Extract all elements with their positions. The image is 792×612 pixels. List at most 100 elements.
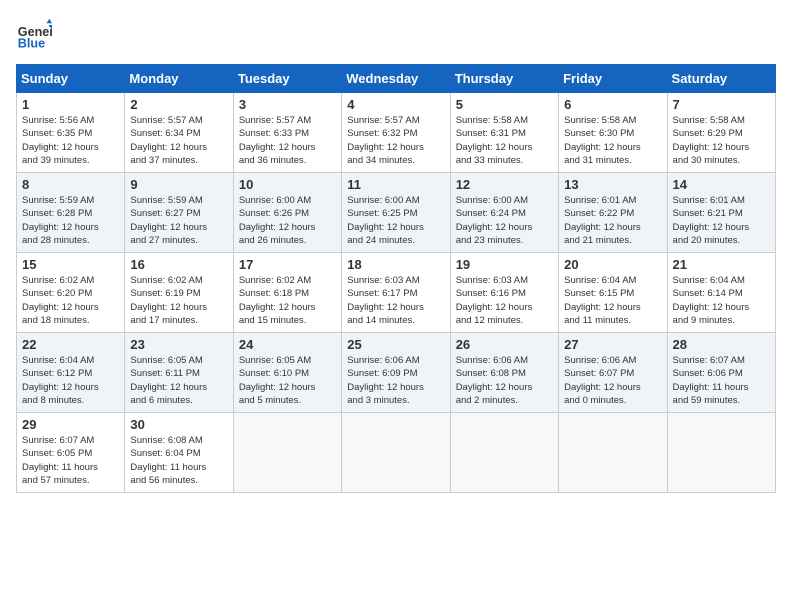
calendar-day-14: 14 Sunrise: 6:01 AMSunset: 6:21 PMDayligh… bbox=[667, 173, 775, 253]
day-number: 14 bbox=[673, 177, 770, 192]
day-info: Sunrise: 6:05 AMSunset: 6:11 PMDaylight:… bbox=[130, 354, 227, 407]
day-number: 28 bbox=[673, 337, 770, 352]
day-number: 29 bbox=[22, 417, 119, 432]
day-number: 8 bbox=[22, 177, 119, 192]
calendar-day-24: 24 Sunrise: 6:05 AMSunset: 6:10 PMDayligh… bbox=[233, 333, 341, 413]
day-number: 20 bbox=[564, 257, 661, 272]
calendar-day-21: 21 Sunrise: 6:04 AMSunset: 6:14 PMDayligh… bbox=[667, 253, 775, 333]
calendar-day-8: 8 Sunrise: 5:59 AMSunset: 6:28 PMDaylight… bbox=[17, 173, 125, 253]
day-info: Sunrise: 6:02 AMSunset: 6:20 PMDaylight:… bbox=[22, 274, 119, 327]
day-number: 11 bbox=[347, 177, 444, 192]
calendar-day-7: 7 Sunrise: 5:58 AMSunset: 6:29 PMDaylight… bbox=[667, 93, 775, 173]
day-header-saturday: Saturday bbox=[667, 65, 775, 93]
day-number: 26 bbox=[456, 337, 553, 352]
day-header-friday: Friday bbox=[559, 65, 667, 93]
empty-cell bbox=[233, 413, 341, 493]
day-info: Sunrise: 5:57 AMSunset: 6:33 PMDaylight:… bbox=[239, 114, 336, 167]
calendar-day-18: 18 Sunrise: 6:03 AMSunset: 6:17 PMDayligh… bbox=[342, 253, 450, 333]
empty-cell bbox=[559, 413, 667, 493]
day-info: Sunrise: 6:05 AMSunset: 6:10 PMDaylight:… bbox=[239, 354, 336, 407]
day-header-monday: Monday bbox=[125, 65, 233, 93]
day-info: Sunrise: 6:07 AMSunset: 6:05 PMDaylight:… bbox=[22, 434, 119, 487]
calendar-day-15: 15 Sunrise: 6:02 AMSunset: 6:20 PMDayligh… bbox=[17, 253, 125, 333]
calendar-day-22: 22Sunrise: 6:04 AMSunset: 6:12 PMDayligh… bbox=[17, 333, 125, 413]
day-info: Sunrise: 6:04 AMSunset: 6:12 PMDaylight:… bbox=[22, 354, 119, 407]
calendar-day-30: 30 Sunrise: 6:08 AMSunset: 6:04 PMDayligh… bbox=[125, 413, 233, 493]
calendar-day-10: 10 Sunrise: 6:00 AMSunset: 6:26 PMDayligh… bbox=[233, 173, 341, 253]
day-number: 18 bbox=[347, 257, 444, 272]
day-info: Sunrise: 6:06 AMSunset: 6:09 PMDaylight:… bbox=[347, 354, 444, 407]
calendar-day-29: 29 Sunrise: 6:07 AMSunset: 6:05 PMDayligh… bbox=[17, 413, 125, 493]
calendar-day-11: 11Sunrise: 6:00 AMSunset: 6:25 PMDayligh… bbox=[342, 173, 450, 253]
day-info: Sunrise: 6:02 AMSunset: 6:19 PMDaylight:… bbox=[130, 274, 227, 327]
day-info: Sunrise: 6:03 AMSunset: 6:17 PMDaylight:… bbox=[347, 274, 444, 327]
calendar-day-1: 1 Sunrise: 5:56 AMSunset: 6:35 PMDaylight… bbox=[17, 93, 125, 173]
day-number: 12 bbox=[456, 177, 553, 192]
day-number: 3 bbox=[239, 97, 336, 112]
day-header-tuesday: Tuesday bbox=[233, 65, 341, 93]
day-number: 4 bbox=[347, 97, 444, 112]
calendar-day-16: 16 Sunrise: 6:02 AMSunset: 6:19 PMDayligh… bbox=[125, 253, 233, 333]
day-info: Sunrise: 6:08 AMSunset: 6:04 PMDaylight:… bbox=[130, 434, 227, 487]
day-info: Sunrise: 5:57 AMSunset: 6:34 PMDaylight:… bbox=[130, 114, 227, 167]
calendar-day-26: 26 Sunrise: 6:06 AMSunset: 6:08 PMDayligh… bbox=[450, 333, 558, 413]
day-number: 13 bbox=[564, 177, 661, 192]
logo: General Blue bbox=[16, 16, 52, 52]
day-number: 23 bbox=[130, 337, 227, 352]
calendar-day-19: 19 Sunrise: 6:03 AMSunset: 6:16 PMDayligh… bbox=[450, 253, 558, 333]
calendar-day-20: 20Sunrise: 6:04 AMSunset: 6:15 PMDayligh… bbox=[559, 253, 667, 333]
day-number: 30 bbox=[130, 417, 227, 432]
calendar-day-6: 6 Sunrise: 5:58 AMSunset: 6:30 PMDaylight… bbox=[559, 93, 667, 173]
day-number: 7 bbox=[673, 97, 770, 112]
calendar-day-4: 4Sunrise: 5:57 AMSunset: 6:32 PMDaylight… bbox=[342, 93, 450, 173]
day-info: Sunrise: 5:58 AMSunset: 6:29 PMDaylight:… bbox=[673, 114, 770, 167]
svg-text:Blue: Blue bbox=[18, 37, 45, 51]
logo-icon: General Blue bbox=[16, 16, 52, 52]
day-info: Sunrise: 6:00 AMSunset: 6:24 PMDaylight:… bbox=[456, 194, 553, 247]
day-number: 1 bbox=[22, 97, 119, 112]
day-number: 2 bbox=[130, 97, 227, 112]
day-number: 10 bbox=[239, 177, 336, 192]
calendar-day-13: 13 Sunrise: 6:01 AMSunset: 6:22 PMDayligh… bbox=[559, 173, 667, 253]
day-info: Sunrise: 6:06 AMSunset: 6:07 PMDaylight:… bbox=[564, 354, 661, 407]
day-info: Sunrise: 5:56 AMSunset: 6:35 PMDaylight:… bbox=[22, 114, 119, 167]
day-number: 21 bbox=[673, 257, 770, 272]
empty-cell bbox=[450, 413, 558, 493]
day-header-sunday: Sunday bbox=[17, 65, 125, 93]
day-header-wednesday: Wednesday bbox=[342, 65, 450, 93]
day-info: Sunrise: 6:01 AMSunset: 6:22 PMDaylight:… bbox=[564, 194, 661, 247]
day-info: Sunrise: 6:00 AMSunset: 6:26 PMDaylight:… bbox=[239, 194, 336, 247]
day-number: 15 bbox=[22, 257, 119, 272]
page-header: General Blue bbox=[16, 16, 776, 52]
empty-cell bbox=[342, 413, 450, 493]
day-info: Sunrise: 6:02 AMSunset: 6:18 PMDaylight:… bbox=[239, 274, 336, 327]
day-number: 9 bbox=[130, 177, 227, 192]
calendar-day-23: 23 Sunrise: 6:05 AMSunset: 6:11 PMDayligh… bbox=[125, 333, 233, 413]
day-number: 16 bbox=[130, 257, 227, 272]
calendar-day-17: 17 Sunrise: 6:02 AMSunset: 6:18 PMDayligh… bbox=[233, 253, 341, 333]
calendar-day-9: 9 Sunrise: 5:59 AMSunset: 6:27 PMDaylight… bbox=[125, 173, 233, 253]
day-info: Sunrise: 5:59 AMSunset: 6:27 PMDaylight:… bbox=[130, 194, 227, 247]
day-info: Sunrise: 5:58 AMSunset: 6:31 PMDaylight:… bbox=[456, 114, 553, 167]
day-info: Sunrise: 5:59 AMSunset: 6:28 PMDaylight:… bbox=[22, 194, 119, 247]
day-number: 24 bbox=[239, 337, 336, 352]
day-info: Sunrise: 6:06 AMSunset: 6:08 PMDaylight:… bbox=[456, 354, 553, 407]
day-info: Sunrise: 6:01 AMSunset: 6:21 PMDaylight:… bbox=[673, 194, 770, 247]
day-info: Sunrise: 6:04 AMSunset: 6:14 PMDaylight:… bbox=[673, 274, 770, 327]
day-number: 25 bbox=[347, 337, 444, 352]
day-info: Sunrise: 6:07 AMSunset: 6:06 PMDaylight:… bbox=[673, 354, 770, 407]
day-number: 17 bbox=[239, 257, 336, 272]
day-info: Sunrise: 6:03 AMSunset: 6:16 PMDaylight:… bbox=[456, 274, 553, 327]
empty-cell bbox=[667, 413, 775, 493]
day-number: 27 bbox=[564, 337, 661, 352]
day-number: 5 bbox=[456, 97, 553, 112]
day-number: 19 bbox=[456, 257, 553, 272]
day-number: 6 bbox=[564, 97, 661, 112]
calendar-day-28: 28 Sunrise: 6:07 AMSunset: 6:06 PMDayligh… bbox=[667, 333, 775, 413]
calendar-day-25: 25 Sunrise: 6:06 AMSunset: 6:09 PMDayligh… bbox=[342, 333, 450, 413]
day-info: Sunrise: 5:58 AMSunset: 6:30 PMDaylight:… bbox=[564, 114, 661, 167]
calendar-table: SundayMondayTuesdayWednesdayThursdayFrid… bbox=[16, 64, 776, 493]
calendar-day-27: 27 Sunrise: 6:06 AMSunset: 6:07 PMDayligh… bbox=[559, 333, 667, 413]
day-header-thursday: Thursday bbox=[450, 65, 558, 93]
calendar-day-12: 12 Sunrise: 6:00 AMSunset: 6:24 PMDayligh… bbox=[450, 173, 558, 253]
